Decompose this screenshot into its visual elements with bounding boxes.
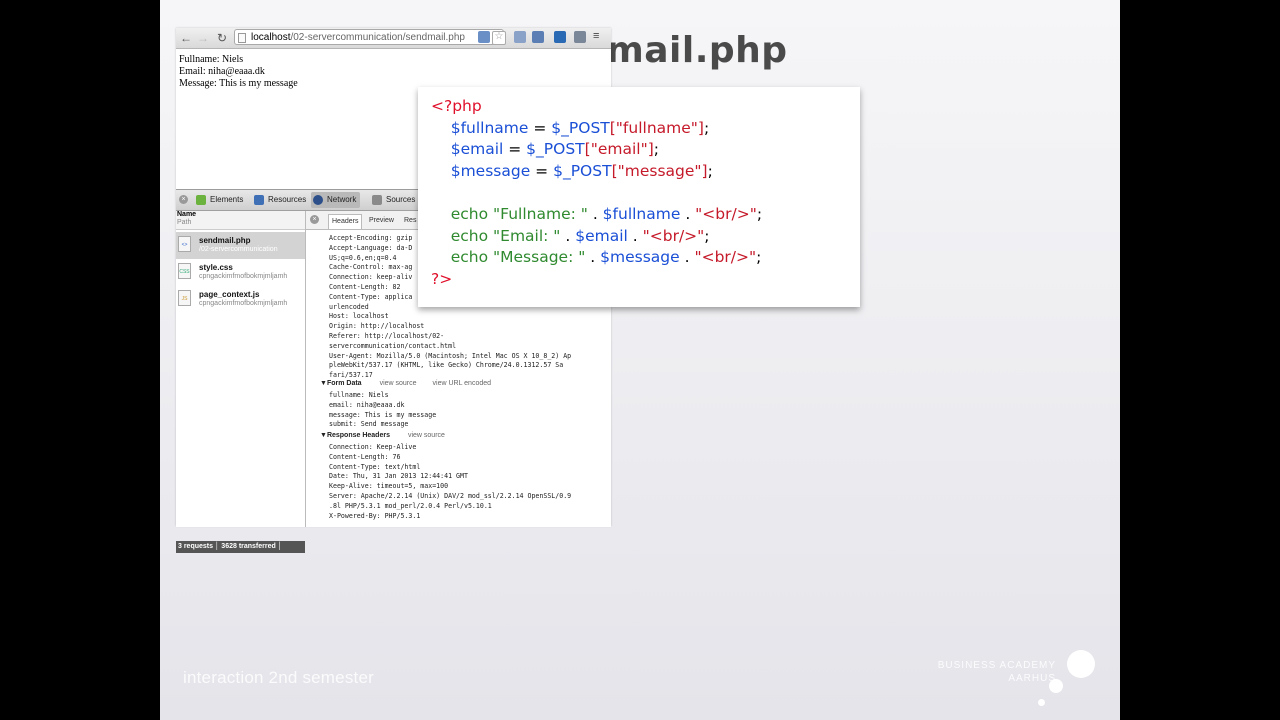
tab-response[interactable]: Res [401,214,419,228]
header-line: Host: localhost [329,312,389,321]
code-snippet: <?php $fullname = $_POST["fullname"]; $e… [418,87,860,307]
forward-arrow-icon[interactable]: → [195,29,211,47]
academy-logo-text: BUSINESS ACADEMY AARHUS [937,660,1056,684]
extension-icon[interactable] [514,31,526,43]
page-icon [238,33,246,43]
sources-icon [372,195,382,205]
header-line: pleWebKit/537.17 (KHTML, like Gecko) Chr… [329,361,564,370]
header-line: servercommunication/contact.html [329,341,457,350]
header-line: Content-Length: 76 [329,452,401,461]
reload-icon[interactable]: ↻ [214,29,230,47]
close-devtools-icon[interactable]: × [179,195,188,204]
form-data-line: message: This is my message [329,410,437,419]
header-line: Connection: Keep-Alive [329,443,417,451]
logo-dot-icon [1038,699,1045,706]
form-data-line: submit: Send message [329,420,409,429]
bookmark-star-icon[interactable]: ☆ [492,31,506,45]
header-line: Content-Type: text/html [329,462,421,471]
menu-icon[interactable]: ≡ [593,31,605,43]
tab-resources[interactable]: Resources [252,192,306,208]
header-line: Keep-Alive: timeout=5, max=100 [329,482,449,491]
slide: sendmail.php ← → ↻ localhost/02-serverco… [160,0,1120,720]
css-icon: CSS [178,263,191,279]
form-data-list: fullname: Niels email: niha@eaaa.dk mess… [329,391,436,430]
request-row[interactable]: CSS style.css cpngackimfmofbokmjmljamh [176,259,305,286]
name-column-header[interactable]: Name Path [176,211,305,230]
view-source-link[interactable]: view source [408,432,445,439]
request-row[interactable]: <> sendmail.php /02-servercommunication [176,232,305,259]
extension-icon[interactable] [478,31,490,43]
back-arrow-icon[interactable]: ← [178,29,194,47]
page-content: Fullname: Niels Email: niha@eaaa.dk Mess… [179,54,298,90]
response-headers-section[interactable]: ▼Response Headers view source [320,432,445,439]
address-bar[interactable]: localhost/02-servercommunication/sendmai… [234,29,504,45]
logo-dot-icon [1067,650,1095,678]
response-headers-list: Connection: Keep-Alive Content-Length: 7… [329,443,571,521]
network-icon [313,195,323,205]
header-line: Referer: http://localhost/02- [329,331,445,340]
header-line: .8l PHP/5.3.1 mod_perl/2.0.4 Perl/v5.10.… [329,501,492,510]
header-line: Origin: http://localhost [329,322,425,331]
url-path: /02-servercommunication/sendmail.php [290,32,465,43]
extension-icon[interactable] [554,31,566,43]
tab-elements[interactable]: Elements [194,192,243,208]
js-icon: JS [178,290,191,306]
elements-icon [196,195,206,205]
logo-dot-icon [1049,679,1063,693]
output-line: Message: This is my message [179,78,298,89]
header-line: Server: Apache/2.2.14 (Unix) DAV/2 mod_s… [329,491,572,500]
tab-network[interactable]: Network [311,192,361,208]
network-request-list: Name Path <> sendmail.php /02-servercomm… [176,211,306,553]
course-label: interaction 2nd semester [183,668,374,687]
tab-sources[interactable]: Sources [370,192,415,208]
form-data-line: email: niha@eaaa.dk [329,400,405,409]
url-host: localhost [251,32,291,43]
header-line: User-Agent: Mozilla/5.0 (Macintosh; Inte… [329,351,572,360]
html-icon: <> [178,236,191,252]
form-data-section[interactable]: ▼Form Data view source view URL encoded [320,380,491,387]
tab-preview[interactable]: Preview [366,214,397,228]
form-data-line: fullname: Niels [329,391,389,399]
extension-icon[interactable] [532,31,544,43]
resources-icon [254,195,264,205]
output-line: Fullname: Niels [179,54,244,65]
request-row[interactable]: JS page_context.js cpngackimfmofbokmjmlj… [176,286,305,313]
header-line: X-Powered-By: PHP/5.3.1 [329,511,421,520]
camera-icon[interactable] [574,31,586,43]
view-url-encoded-link[interactable]: view URL encoded [433,380,492,387]
header-line: Date: Thu, 31 Jan 2013 12:44:41 GMT [329,472,468,481]
output-line: Email: niha@eaaa.dk [179,66,265,77]
php-code: <?php $fullname = $_POST["fullname"]; $e… [431,97,763,288]
browser-toolbar: ← → ↻ localhost/02-servercommunication/s… [176,28,611,49]
network-status-bar: 3 requests │ 3628 transferred │ [176,541,305,553]
close-details-icon[interactable]: × [310,215,319,224]
view-source-link[interactable]: view source [380,380,417,387]
tab-headers[interactable]: Headers [328,214,363,229]
